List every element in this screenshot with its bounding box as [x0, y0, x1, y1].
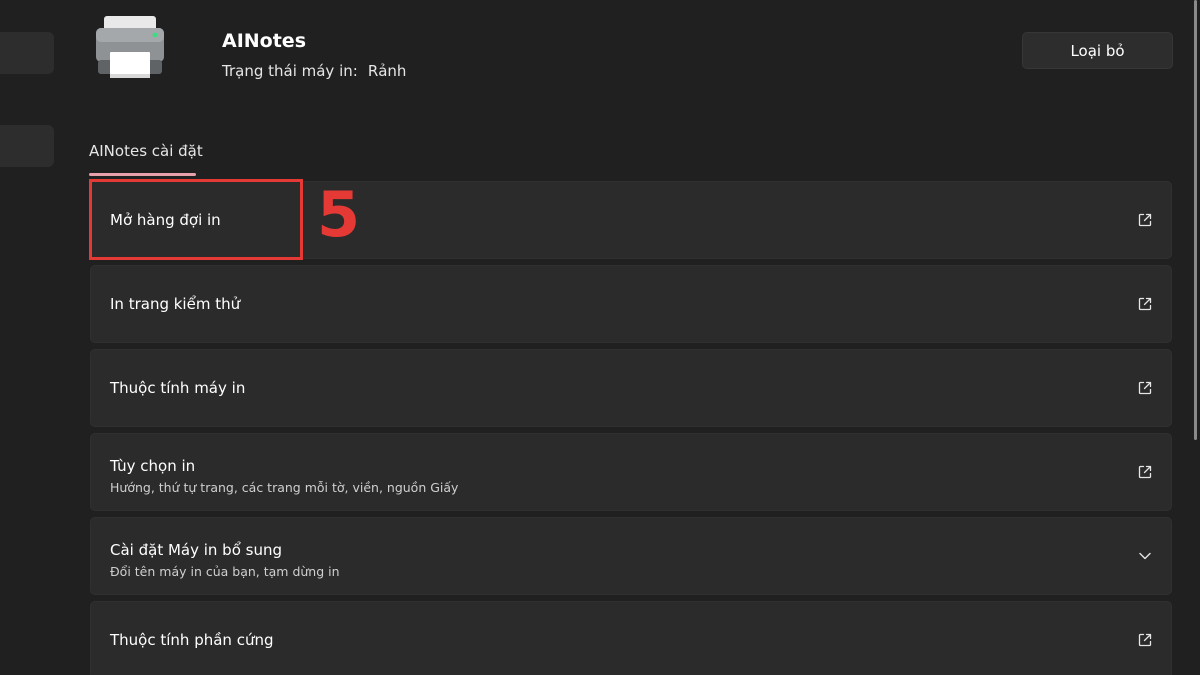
tab-active-indicator [89, 173, 196, 176]
setting-title: Thuộc tính máy in [110, 379, 246, 397]
setting-title: In trang kiểm thử [110, 295, 241, 313]
setting-description: Đổi tên máy in của bạn, tạm dừng in [110, 564, 340, 579]
annotation-step-number: 5 [317, 178, 361, 251]
open-external-icon [1138, 381, 1152, 395]
scrollbar[interactable] [1194, 0, 1197, 440]
setting-open-print-queue[interactable]: Mở hàng đợi in [90, 181, 1172, 259]
setting-hardware-properties[interactable]: Thuộc tính phần cứng [90, 601, 1172, 675]
setting-printing-preferences[interactable]: Tùy chọn in Hướng, thứ tự trang, các tra… [90, 433, 1172, 511]
setting-additional-printer-settings[interactable]: Cài đặt Máy in bổ sung Đổi tên máy in củ… [90, 517, 1172, 595]
open-external-icon [1138, 465, 1152, 479]
open-external-icon [1138, 633, 1152, 647]
settings-list: Mở hàng đợi in In trang kiểm thử Thuộc t… [90, 181, 1172, 675]
setting-title: Mở hàng đợi in [110, 211, 221, 229]
open-external-icon [1138, 213, 1152, 227]
setting-title: Tùy chọn in [110, 457, 196, 475]
printer-status: Trạng thái máy in: Rảnh [222, 62, 406, 80]
setting-printer-properties[interactable]: Thuộc tính máy in [90, 349, 1172, 427]
sidebar-item[interactable] [0, 32, 54, 74]
printer-icon [96, 16, 164, 78]
tab-printer-settings[interactable]: AINotes cài đặt [89, 142, 203, 160]
sidebar-item[interactable] [0, 125, 54, 167]
setting-title: Cài đặt Máy in bổ sung [110, 541, 283, 559]
setting-description: Hướng, thứ tự trang, các trang mỗi tờ, v… [110, 480, 459, 495]
remove-printer-button[interactable]: Loại bỏ [1022, 32, 1173, 69]
chevron-down-icon[interactable] [1137, 548, 1153, 564]
printer-settings-page: AINotes Trạng thái máy in: Rảnh Loại bỏ A… [0, 0, 1200, 675]
printer-name: AINotes [222, 30, 307, 52]
status-value: Rảnh [367, 62, 407, 80]
open-external-icon [1138, 297, 1152, 311]
setting-print-test-page[interactable]: In trang kiểm thử [90, 265, 1172, 343]
setting-title: Thuộc tính phần cứng [110, 631, 274, 649]
status-label: Trạng thái máy in: [222, 62, 358, 80]
